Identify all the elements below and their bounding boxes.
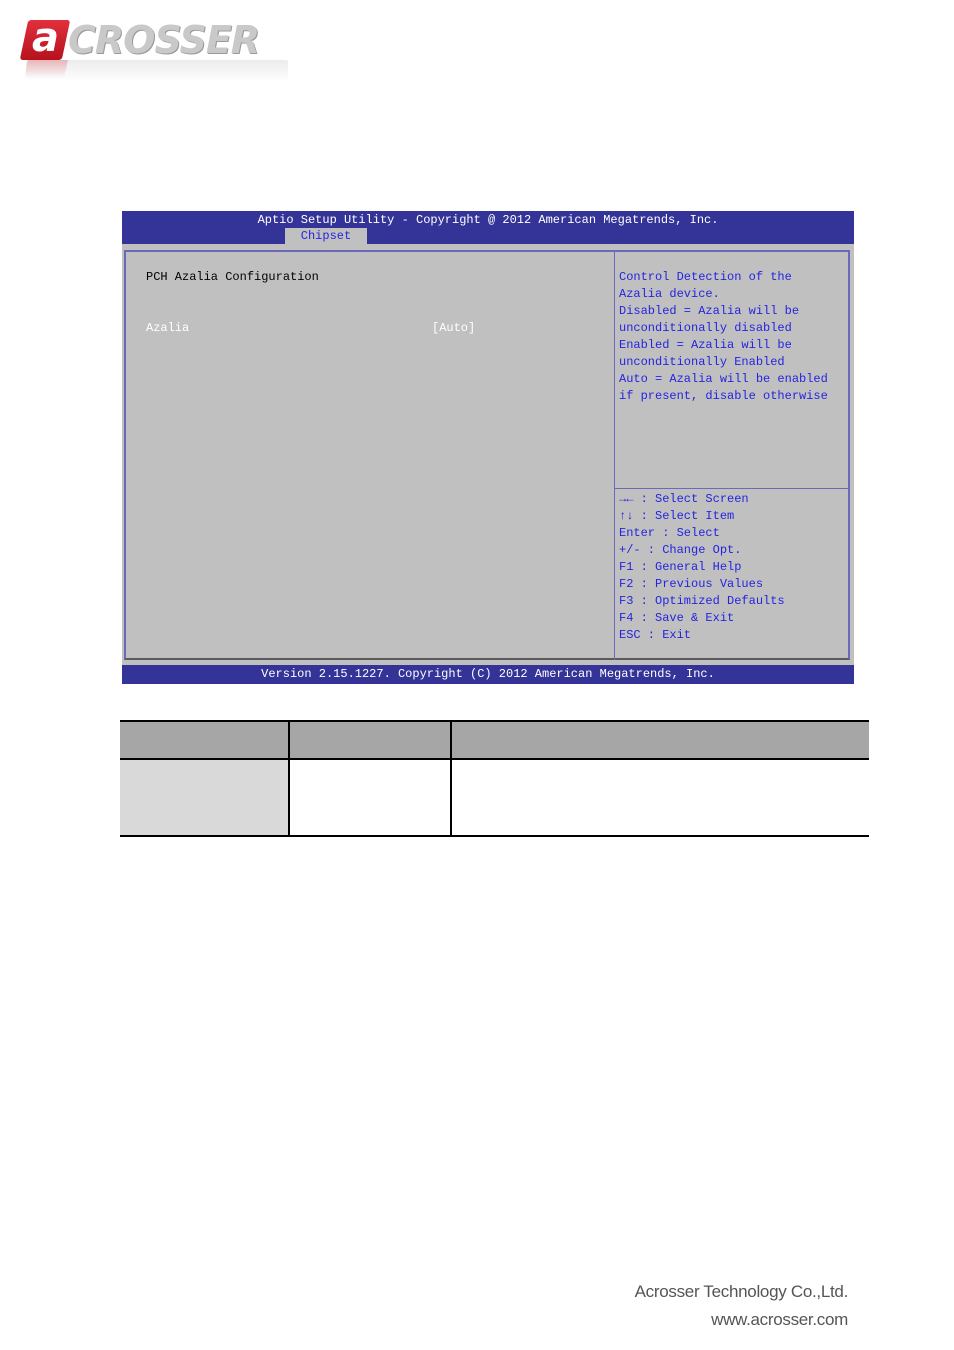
help-line: Auto = Azalia will be enabled [619, 372, 828, 386]
key-help-select-screen: →← : Select Screen [619, 492, 749, 506]
bios-setup-screen: Aptio Setup Utility - Copyright @ 2012 A… [122, 211, 854, 684]
logo-wordmark: CROSSER [68, 18, 260, 62]
key-help-f3: F3 : Optimized Defaults [619, 594, 785, 608]
setting-azalia-label[interactable]: Azalia [146, 320, 189, 336]
table-cell [450, 759, 869, 837]
bios-version: Version 2.15.1227. Copyright (C) 2012 Am… [261, 667, 715, 681]
section-title: PCH Azalia Configuration [146, 270, 319, 284]
table-cell [120, 759, 289, 837]
tab-chipset[interactable]: Chipset [285, 228, 367, 244]
key-help-change-opt: +/- : Change Opt. [619, 543, 742, 557]
logo-mark-letter: a [32, 15, 59, 61]
key-help-f4: F4 : Save & Exit [619, 611, 735, 625]
help-line: Disabled = Azalia will be [619, 304, 800, 318]
setting-azalia-value[interactable]: [Auto] [432, 320, 475, 336]
key-help-enter: Enter : Select [619, 526, 720, 540]
help-line: Enabled = Azalia will be [619, 338, 792, 352]
table-header-cell [450, 720, 869, 760]
options-table [120, 720, 869, 837]
logo-reflection [24, 60, 288, 82]
key-help-f1: F1 : General Help [619, 560, 742, 574]
table-header-cell [288, 720, 451, 760]
panel-divider [614, 250, 615, 660]
help-line: unconditionally Enabled [619, 355, 785, 369]
help-line: unconditionally disabled [619, 321, 792, 335]
item-help-panel: Control Detection of the Azalia device. … [619, 269, 849, 405]
help-line: Control Detection of the [619, 270, 792, 284]
bios-footer-bar: Version 2.15.1227. Copyright (C) 2012 Am… [122, 665, 854, 684]
acrosser-logo: a CROSSER [19, 15, 292, 88]
help-divider [615, 488, 850, 489]
help-line: if present, disable otherwise [619, 389, 828, 403]
company-name: Acrosser Technology Co.,Ltd. [634, 1282, 849, 1301]
company-website: www.acrosser.com [711, 1310, 848, 1329]
key-help-esc: ESC : Exit [619, 628, 692, 642]
table-row [120, 759, 869, 837]
table-header-row [120, 720, 869, 760]
key-help-select-item: ↑↓ : Select Item [619, 509, 735, 523]
table-header-cell [120, 720, 289, 760]
key-help-panel: →← : Select Screen ↑↓ : Select Item Ente… [619, 491, 849, 644]
key-help-f2: F2 : Previous Values [619, 577, 764, 591]
table-cell [288, 759, 451, 837]
bios-title: Aptio Setup Utility - Copyright @ 2012 A… [257, 213, 719, 227]
help-line: Azalia device. [619, 287, 720, 301]
bios-title-bar: Aptio Setup Utility - Copyright @ 2012 A… [122, 211, 854, 244]
